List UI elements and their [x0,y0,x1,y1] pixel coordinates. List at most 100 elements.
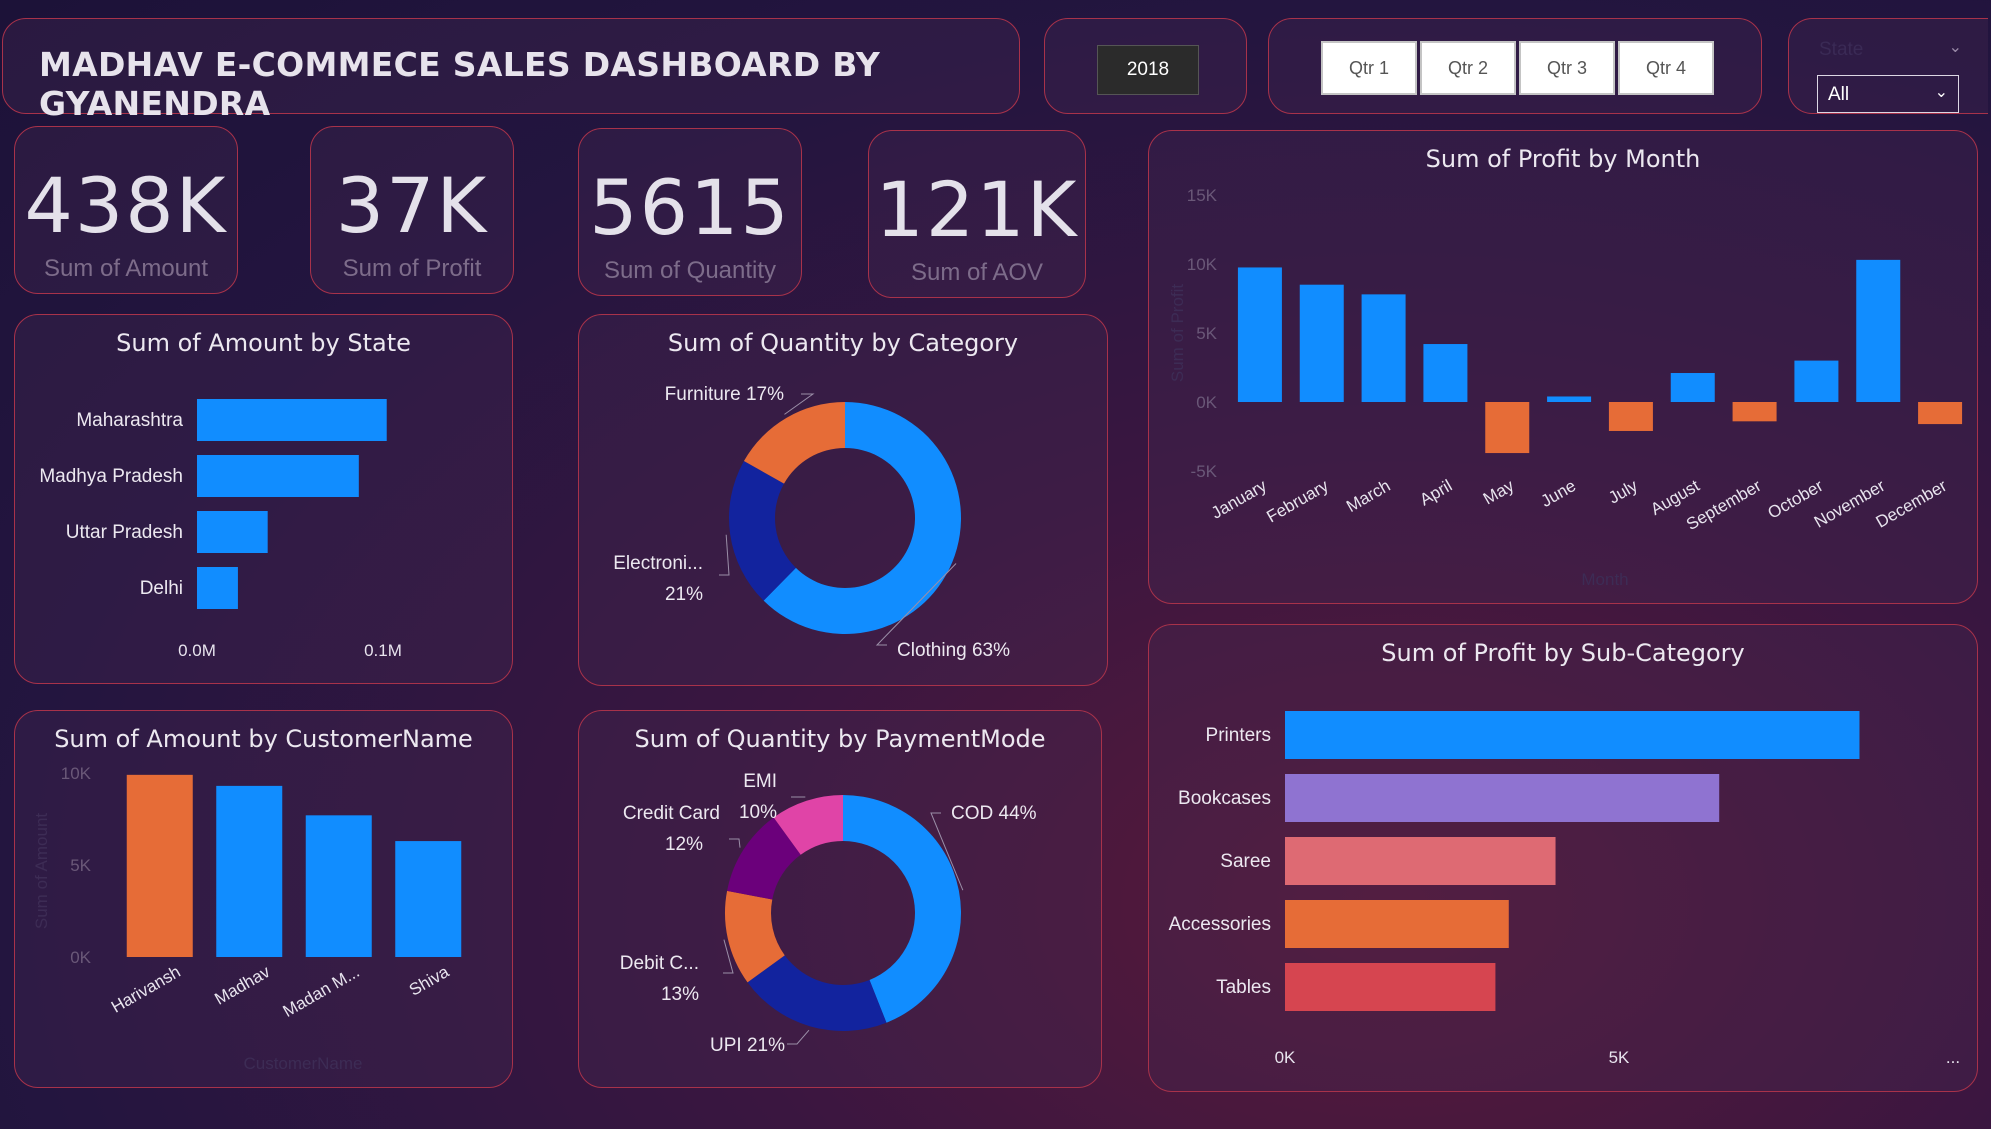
state-dropdown[interactable]: All ⌄ [1817,75,1959,113]
kpi-card-profit: 37K Sum of Profit [310,126,514,294]
qtr-2-button[interactable]: Qtr 2 [1420,41,1516,95]
tick-label: 0.1M [364,641,402,660]
tick-label: 10K [1187,255,1218,274]
slice-pct-label: 21% [665,584,703,605]
bar [216,785,283,957]
kpi-card-aov: 121K Sum of AOV [868,130,1086,298]
dashboard-title: MADHAV E-COMMECE SALES DASHBOARD BY GYAN… [39,45,881,123]
amount-by-customer-card: Sum of Amount by CustomerName 10K 5K 0K Har… [14,710,513,1088]
category-label: Maharashtra [76,410,183,431]
category-label: Shiva [406,962,453,1000]
quantity-by-paymentmode-card: Sum of Quantity by PaymentMode COD 44% UP… [578,710,1102,1088]
amount-by-customer-chart: 10K 5K 0K Harivansh Madhav Madan M... Shiva Cus… [32,764,462,1073]
kpi-card-amount: 438K Sum of Amount [14,126,238,294]
bar [126,774,193,957]
quantity-by-category-chart: Clothing 63% Electroni... 21% Furniture 17% [613,384,1010,661]
profit-by-month-chart: 15K 10K 5K 0K -5KJanuaryFebruary March April Ma… [1168,186,1963,589]
qtr-1-button[interactable]: Qtr 1 [1321,41,1417,95]
category-label: Bookcases [1178,788,1271,809]
bar [1285,963,1496,1011]
kpi-value: 121K [875,165,1079,254]
tick-label: 0.0M [178,641,216,660]
bar [197,399,387,441]
bar [1299,284,1344,402]
slice-label: Credit Card [623,803,720,824]
quarter-slicer: Qtr 1 Qtr 2 Qtr 3 Qtr 4 [1268,18,1762,114]
category-label: Delhi [140,578,183,599]
slice-label: UPI 21% [710,1035,785,1056]
profit-by-subcategory-card: Sum of Profit by Sub-Category Printers Bo… [1148,624,1978,1092]
bar [395,841,462,957]
state-slicer-label: State [1819,39,1864,60]
profit-by-subcategory-chart: Printers Bookcases Saree Accessories Tables 0… [1169,711,1960,1067]
tick-label: 0K [1275,1048,1296,1067]
bar [1285,900,1509,948]
kpi-label: Sum of Quantity [603,257,777,284]
bar [1856,259,1901,402]
amount-by-state-card: Sum of Amount by State Maharashtra Madhya… [14,314,513,684]
category-label: February [1263,476,1332,527]
amount-by-state-chart: Maharashtra Madhya Pradesh Uttar Pradesh De… [39,399,402,660]
category-label: April [1416,476,1455,509]
bar [197,567,238,609]
category-label: Uttar Pradesh [66,522,183,543]
bar [1547,396,1592,402]
slice-pct-label: 10% [739,802,777,823]
tick-label: 5K [1609,1048,1630,1067]
category-label: Saree [1220,851,1271,872]
year-button[interactable]: 2018 [1097,45,1199,95]
title-panel: MADHAV E-COMMECE SALES DASHBOARD BY GYAN… [2,18,1020,123]
x-axis-title: CustomerName [243,1054,362,1073]
bar [197,455,359,497]
kpi-label: Sum of Amount [43,255,209,282]
bar [1608,402,1653,431]
bar [1361,294,1406,402]
bar [1285,711,1860,759]
tick-label: 10K [61,764,92,783]
category-label: Tables [1216,977,1271,998]
year-slicer: 2018 [1044,18,1247,114]
bar [1285,774,1720,822]
leader-line [729,838,741,848]
bar [1485,402,1530,454]
leader-line [787,1029,810,1045]
category-label: Madan M... [280,962,363,1021]
slice-label: Furniture 17% [665,384,784,405]
slice-label: EMI [743,771,777,792]
slice-label: COD 44% [951,803,1037,824]
chevron-down-icon: ⌄ [1934,84,1948,101]
x-axis-title: Month [1581,570,1628,589]
category-label: Printers [1206,725,1271,746]
slice-pct-label: 12% [665,834,703,855]
kpi-value: 438K [24,161,228,250]
slice-label: Clothing 63% [897,640,1010,661]
kpi-value: 5615 [589,163,791,252]
category-label: Harivansh [108,962,184,1017]
category-label: Madhav [211,962,273,1009]
bar [1794,360,1839,402]
slice-label: Debit C... [620,953,699,974]
slice-pct-label: 13% [661,984,699,1005]
category-label: March [1343,476,1393,516]
chevron-down-icon[interactable]: ⌄ [1949,37,1962,57]
category-label: July [1605,476,1641,508]
category-label: Accessories [1169,914,1271,935]
category-label: December [1873,476,1951,532]
profit-by-month-card: Sum of Profit by Month 15K 10K 5K 0K -5K Janu… [1148,130,1978,604]
kpi-value: 37K [335,161,489,250]
qtr-4-button[interactable]: Qtr 4 [1618,41,1714,95]
category-label: May [1480,476,1518,509]
tick-label: 15K [1187,186,1218,205]
kpi-label: Sum of AOV [910,259,1044,286]
category-label: January [1208,476,1270,523]
qtr-3-button[interactable]: Qtr 3 [1519,41,1615,95]
kpi-label: Sum of Profit [342,255,482,282]
y-axis-title: Sum of Profit [1168,284,1187,383]
y-axis-title: Sum of Amount [32,813,51,930]
bar [305,815,372,957]
quantity-by-paymentmode-chart: COD 44% UPI 21% Debit C... 13% Credit Card 12… [620,771,1037,1056]
tick-label: ... [1946,1048,1960,1067]
bar [1918,402,1963,425]
category-label: June [1538,476,1579,511]
leader-line [719,534,730,576]
